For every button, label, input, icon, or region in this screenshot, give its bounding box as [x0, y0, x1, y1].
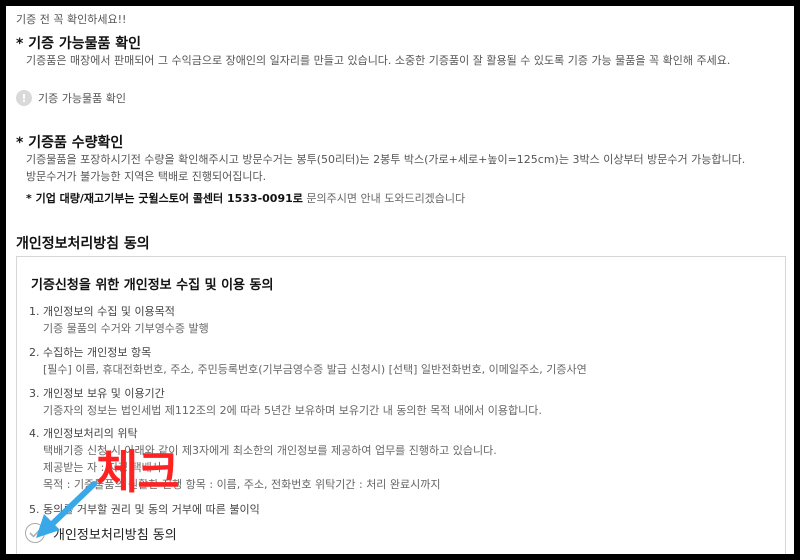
privacy-item-heading: 4. 개인정보처리의 위탁: [29, 427, 138, 440]
privacy-item: 3. 개인정보 보유 및 이용기간 기증자의 정보는 법인세법 제112조의 2…: [29, 385, 542, 419]
exclamation-icon: !: [16, 90, 32, 106]
annotation-check-text: 체크: [96, 445, 180, 499]
notice-text: 기증 전 꼭 확인하세요!!: [16, 13, 127, 26]
goods-section-desc: 기증품은 매장에서 판매되어 그 수익금으로 장애인의 일자리를 만들고 있습니…: [26, 54, 731, 67]
goods-section-title: * 기증 가능물품 확인: [16, 36, 141, 52]
annotation-arrow-icon: [36, 481, 97, 538]
privacy-box-title: 기증신청을 위한 개인정보 수집 및 이용 동의: [31, 278, 274, 293]
donation-form-page: 기증 전 꼭 확인하세요!! * 기증 가능물품 확인 기증품은 매장에서 판매…: [6, 6, 794, 554]
privacy-item: 1. 개인정보의 수집 및 이용목적 기증 물품의 수거와 기부영수증 발행: [29, 303, 209, 337]
privacy-item-heading: 3. 개인정보 보유 및 이용기간: [29, 387, 165, 400]
quantity-section-desc1: 기증물품을 포장하시기전 수량을 확인해주시고 방문수거는 봉투(50리터)는 …: [26, 153, 746, 166]
privacy-item-heading: 2. 수집하는 개인정보 항목: [29, 346, 152, 359]
privacy-policy-box[interactable]: 기증신청을 위한 개인정보 수집 및 이용 동의 1. 개인정보의 수집 및 이…: [16, 256, 786, 554]
goods-check-link[interactable]: ! 기증 가능물품 확인: [16, 90, 126, 106]
privacy-section-heading: 개인정보처리방침 동의: [16, 236, 150, 252]
goods-check-label: 기증 가능물품 확인: [38, 92, 126, 105]
corporate-donation-guide: 문의주시면 안내 도와드리겠습니다: [302, 192, 466, 205]
privacy-item-detail: [필수] 이름, 휴대전화번호, 주소, 주민등록번호(기부금영수증 발급 신청…: [43, 363, 587, 376]
quantity-section-desc2: 방문수거가 불가능한 지역은 택배로 진행되어집니다.: [26, 170, 267, 183]
privacy-item-heading: 1. 개인정보의 수집 및 이용목적: [29, 305, 175, 318]
corporate-donation-line: * 기업 대량/재고기부는 굿윌스토어 콜센터 1533-0091로 문의주시면…: [26, 190, 465, 206]
privacy-item-detail: 기증자의 정보는 법인세법 제112조의 2에 따라 5년간 보유하며 보유기간…: [43, 404, 542, 417]
privacy-item: 2. 수집하는 개인정보 항목 [필수] 이름, 휴대전화번호, 주소, 주민등…: [29, 344, 587, 378]
quantity-section-title: * 기증품 수량확인: [16, 135, 124, 151]
corporate-donation-callcenter: * 기업 대량/재고기부는 굿윌스토어 콜센터 1533-0091로: [26, 192, 303, 205]
privacy-item-detail: 기증 물품의 수거와 기부영수증 발행: [43, 322, 209, 335]
